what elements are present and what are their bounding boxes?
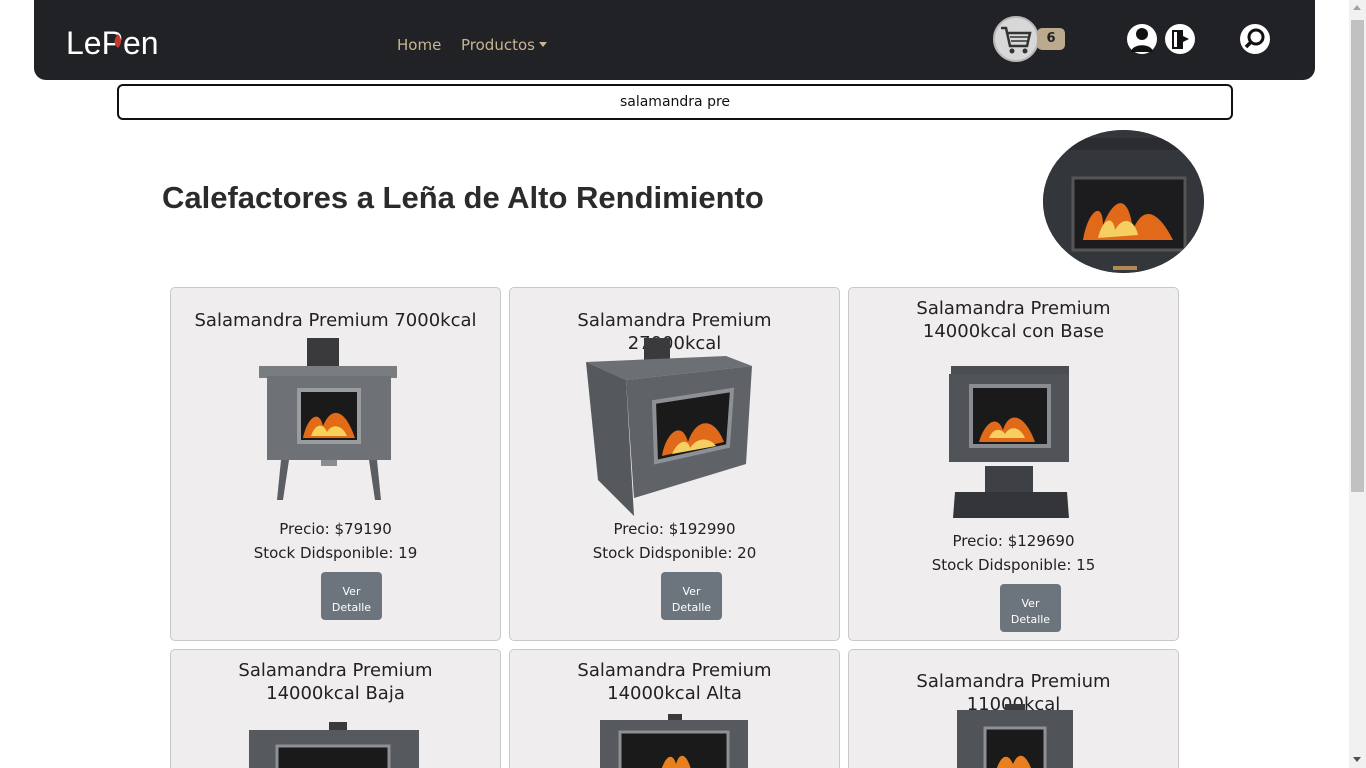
view-detail-button[interactable]: Ver Detalle <box>321 572 382 620</box>
product-image <box>249 722 419 768</box>
nav-products-dropdown[interactable]: Productos <box>461 36 547 54</box>
user-account-button[interactable] <box>1127 24 1157 54</box>
nav-products-label: Productos <box>461 36 535 54</box>
nav-home-link[interactable]: Home <box>397 36 441 54</box>
search-icon <box>1244 28 1265 49</box>
user-icon <box>1131 28 1153 52</box>
scrollbar-thumb[interactable] <box>1351 20 1364 492</box>
product-name: Salamandra Premium 14000kcal con Base <box>916 298 1111 342</box>
page-title: Calefactores a Leña de Alto Rendimiento <box>162 180 764 215</box>
button-label-line1: Ver <box>1021 597 1040 610</box>
product-price: Precio: $129690 <box>952 532 1075 550</box>
button-label-line1: Ver <box>342 585 361 598</box>
product-stock: Stock Didsponible: 19 <box>253 544 418 562</box>
button-label-line1: Ver <box>682 585 701 598</box>
product-name: Salamandra Premium 7000kcal <box>194 310 477 331</box>
button-label-line2: Detalle <box>671 601 712 614</box>
button-label-line2: Detalle <box>331 601 372 614</box>
product-card: Salamandra Premium 7000kcal Precio: $791… <box>170 287 501 641</box>
product-name: Salamandra Premium 14000kcal Alta <box>577 660 772 704</box>
lepen-logo[interactable]: LePen <box>66 20 184 66</box>
product-stock: Stock Didsponible: 15 <box>931 556 1096 574</box>
product-search-input[interactable] <box>117 84 1233 120</box>
scroll-up-arrow-icon[interactable] <box>1353 5 1361 10</box>
top-navbar: LePen Home Productos 6 <box>34 0 1315 80</box>
product-price: Precio: $192990 <box>613 520 736 538</box>
product-image <box>957 704 1073 768</box>
cart-count-badge: 6 <box>1037 28 1065 50</box>
product-image <box>586 338 752 516</box>
cart-icon <box>1001 26 1032 54</box>
product-card: Salamandra Premium 14000kcal con Base Pr… <box>848 287 1179 641</box>
hero-stove-image <box>1043 130 1204 273</box>
product-card: Salamandra Premium 14000kcal Baja <box>170 649 501 768</box>
product-card: Salamandra Premium 14000kcal Alta <box>509 649 840 768</box>
view-detail-button[interactable]: Ver Detalle <box>661 572 722 620</box>
product-name: Salamandra Premium 14000kcal Baja <box>238 660 433 704</box>
product-image <box>949 366 1069 518</box>
search-toggle-button[interactable] <box>1240 24 1270 54</box>
button-label-line2: Detalle <box>1010 613 1051 626</box>
product-image <box>600 714 748 768</box>
product-stock: Stock Didsponible: 20 <box>592 544 757 562</box>
caret-down-icon <box>538 42 547 47</box>
product-image <box>259 338 397 500</box>
product-card: Salamandra Premium 11000kcal <box>848 649 1179 768</box>
cart-button[interactable] <box>993 16 1039 62</box>
scroll-down-arrow-icon[interactable] <box>1353 757 1361 762</box>
view-detail-button[interactable]: Ver Detalle <box>1000 584 1061 632</box>
logout-button[interactable] <box>1165 24 1195 54</box>
svg-text:LePen: LePen <box>66 25 159 61</box>
product-card: Salamandra Premium 27000kcal Precio: $19… <box>509 287 840 641</box>
product-price: Precio: $79190 <box>279 520 392 538</box>
logout-icon <box>1172 30 1189 49</box>
